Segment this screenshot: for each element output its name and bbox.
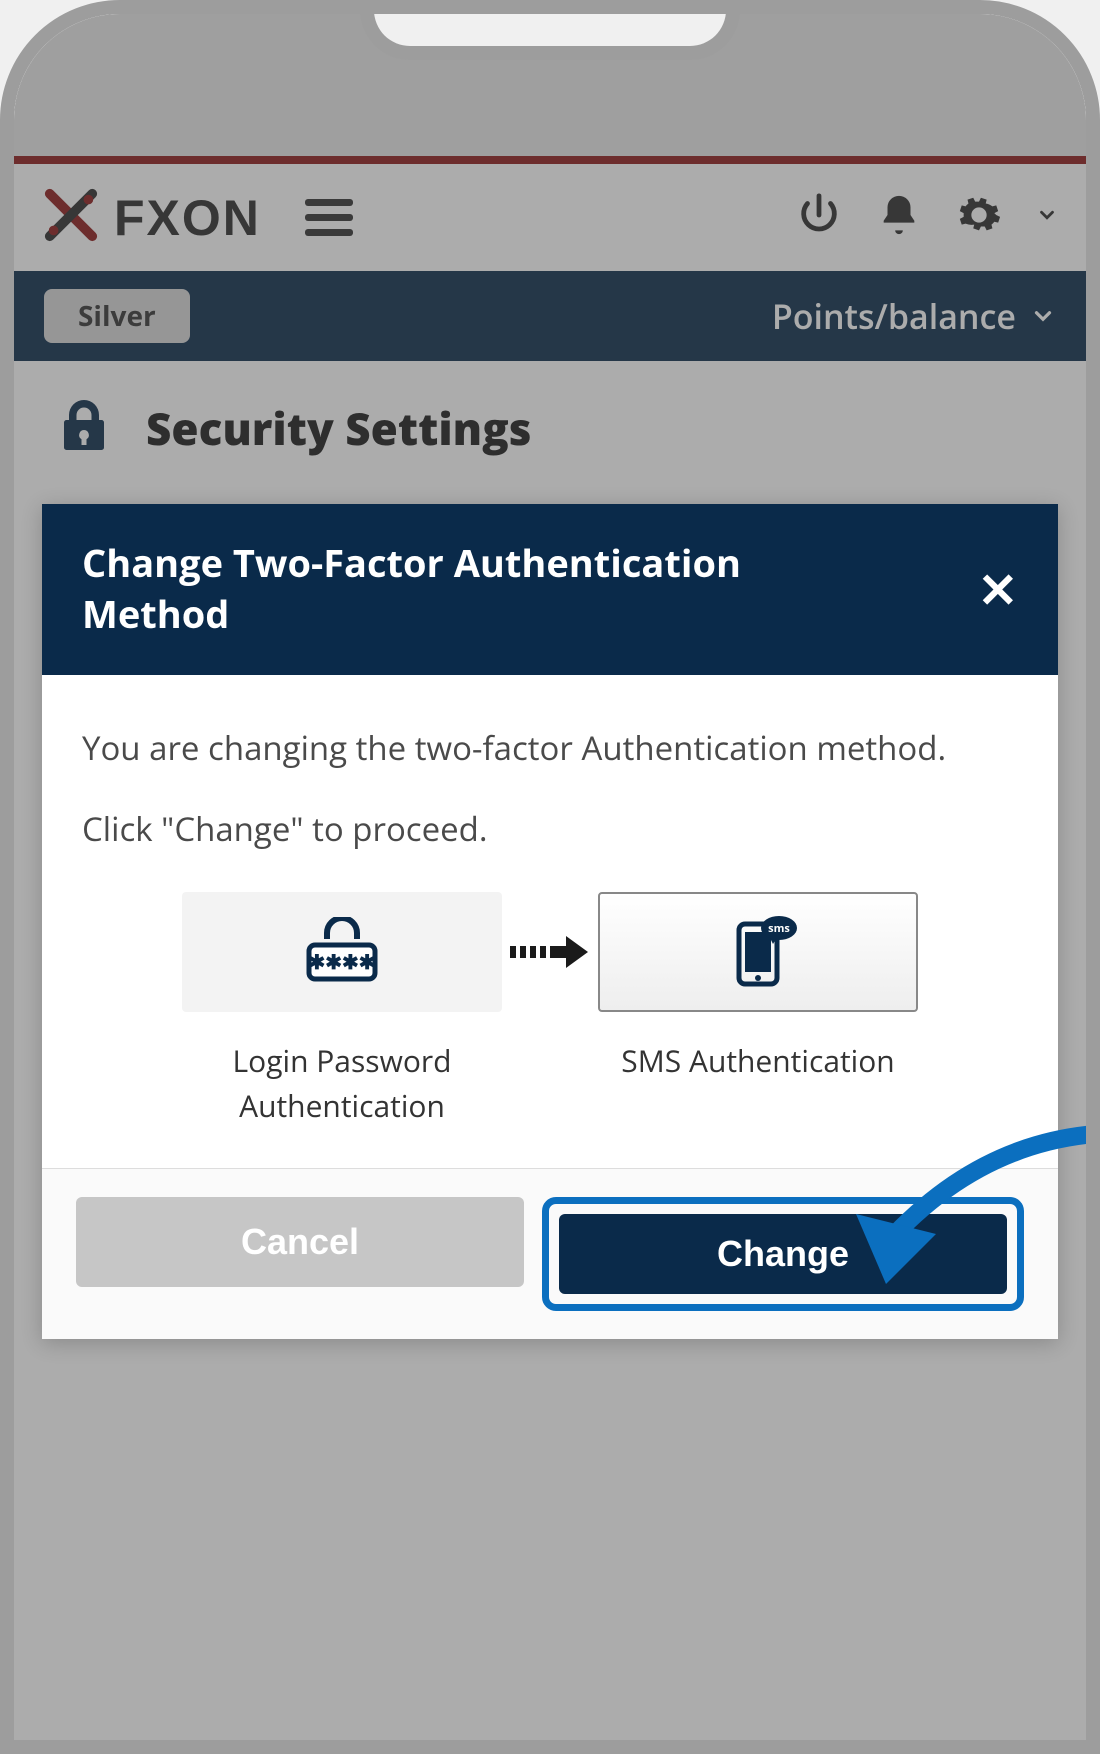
page-title: Security Settings <box>146 398 532 458</box>
lock-icon <box>54 395 114 460</box>
sms-auth-icon: sms <box>598 892 918 1012</box>
chevron-down-icon[interactable] <box>1036 204 1058 231</box>
dialog-title: Change Two-Factor Authentication Method <box>82 538 831 641</box>
method-to-label: SMS Authentication <box>598 1038 918 1083</box>
power-icon[interactable] <box>796 192 842 243</box>
cancel-button[interactable]: Cancel <box>76 1197 524 1287</box>
gear-icon[interactable] <box>956 192 1002 243</box>
password-auth-icon: ✱✱✱✱ <box>182 892 502 1012</box>
page-heading: Security Settings <box>14 361 1086 494</box>
method-from-label: Login Password Authentication <box>182 1038 502 1128</box>
dialog-text-1: You are changing the two-factor Authenti… <box>82 723 1018 773</box>
method-to-card[interactable]: sms SMS Authentication <box>598 892 918 1083</box>
brand-logo[interactable]: FXON <box>42 186 261 249</box>
dialog-text-2: Click "Change" to proceed. <box>82 804 1018 854</box>
close-icon[interactable]: ✕ <box>978 557 1018 622</box>
points-balance-link[interactable]: Points/balance <box>772 293 1056 339</box>
account-subbar: Silver Points/balance <box>14 271 1086 361</box>
svg-text:sms: sms <box>768 921 790 936</box>
brand-text: FXON <box>114 189 261 247</box>
bell-icon[interactable] <box>876 192 922 243</box>
brand-mark-icon <box>42 186 100 249</box>
menu-icon[interactable] <box>305 191 353 244</box>
dialog-header: Change Two-Factor Authentication Method … <box>42 504 1058 675</box>
arrow-right-icon <box>502 892 598 1012</box>
svg-text:✱✱✱✱: ✱✱✱✱ <box>308 948 375 975</box>
points-label: Points/balance <box>772 293 1016 339</box>
app-header: FXON <box>14 164 1086 271</box>
annotation-arrow-icon <box>826 1124 1100 1309</box>
tier-badge: Silver <box>44 289 190 343</box>
method-from-card: ✱✱✱✱ Login Password Authentication <box>182 892 502 1128</box>
dialog-body: You are changing the two-factor Authenti… <box>42 675 1058 1168</box>
